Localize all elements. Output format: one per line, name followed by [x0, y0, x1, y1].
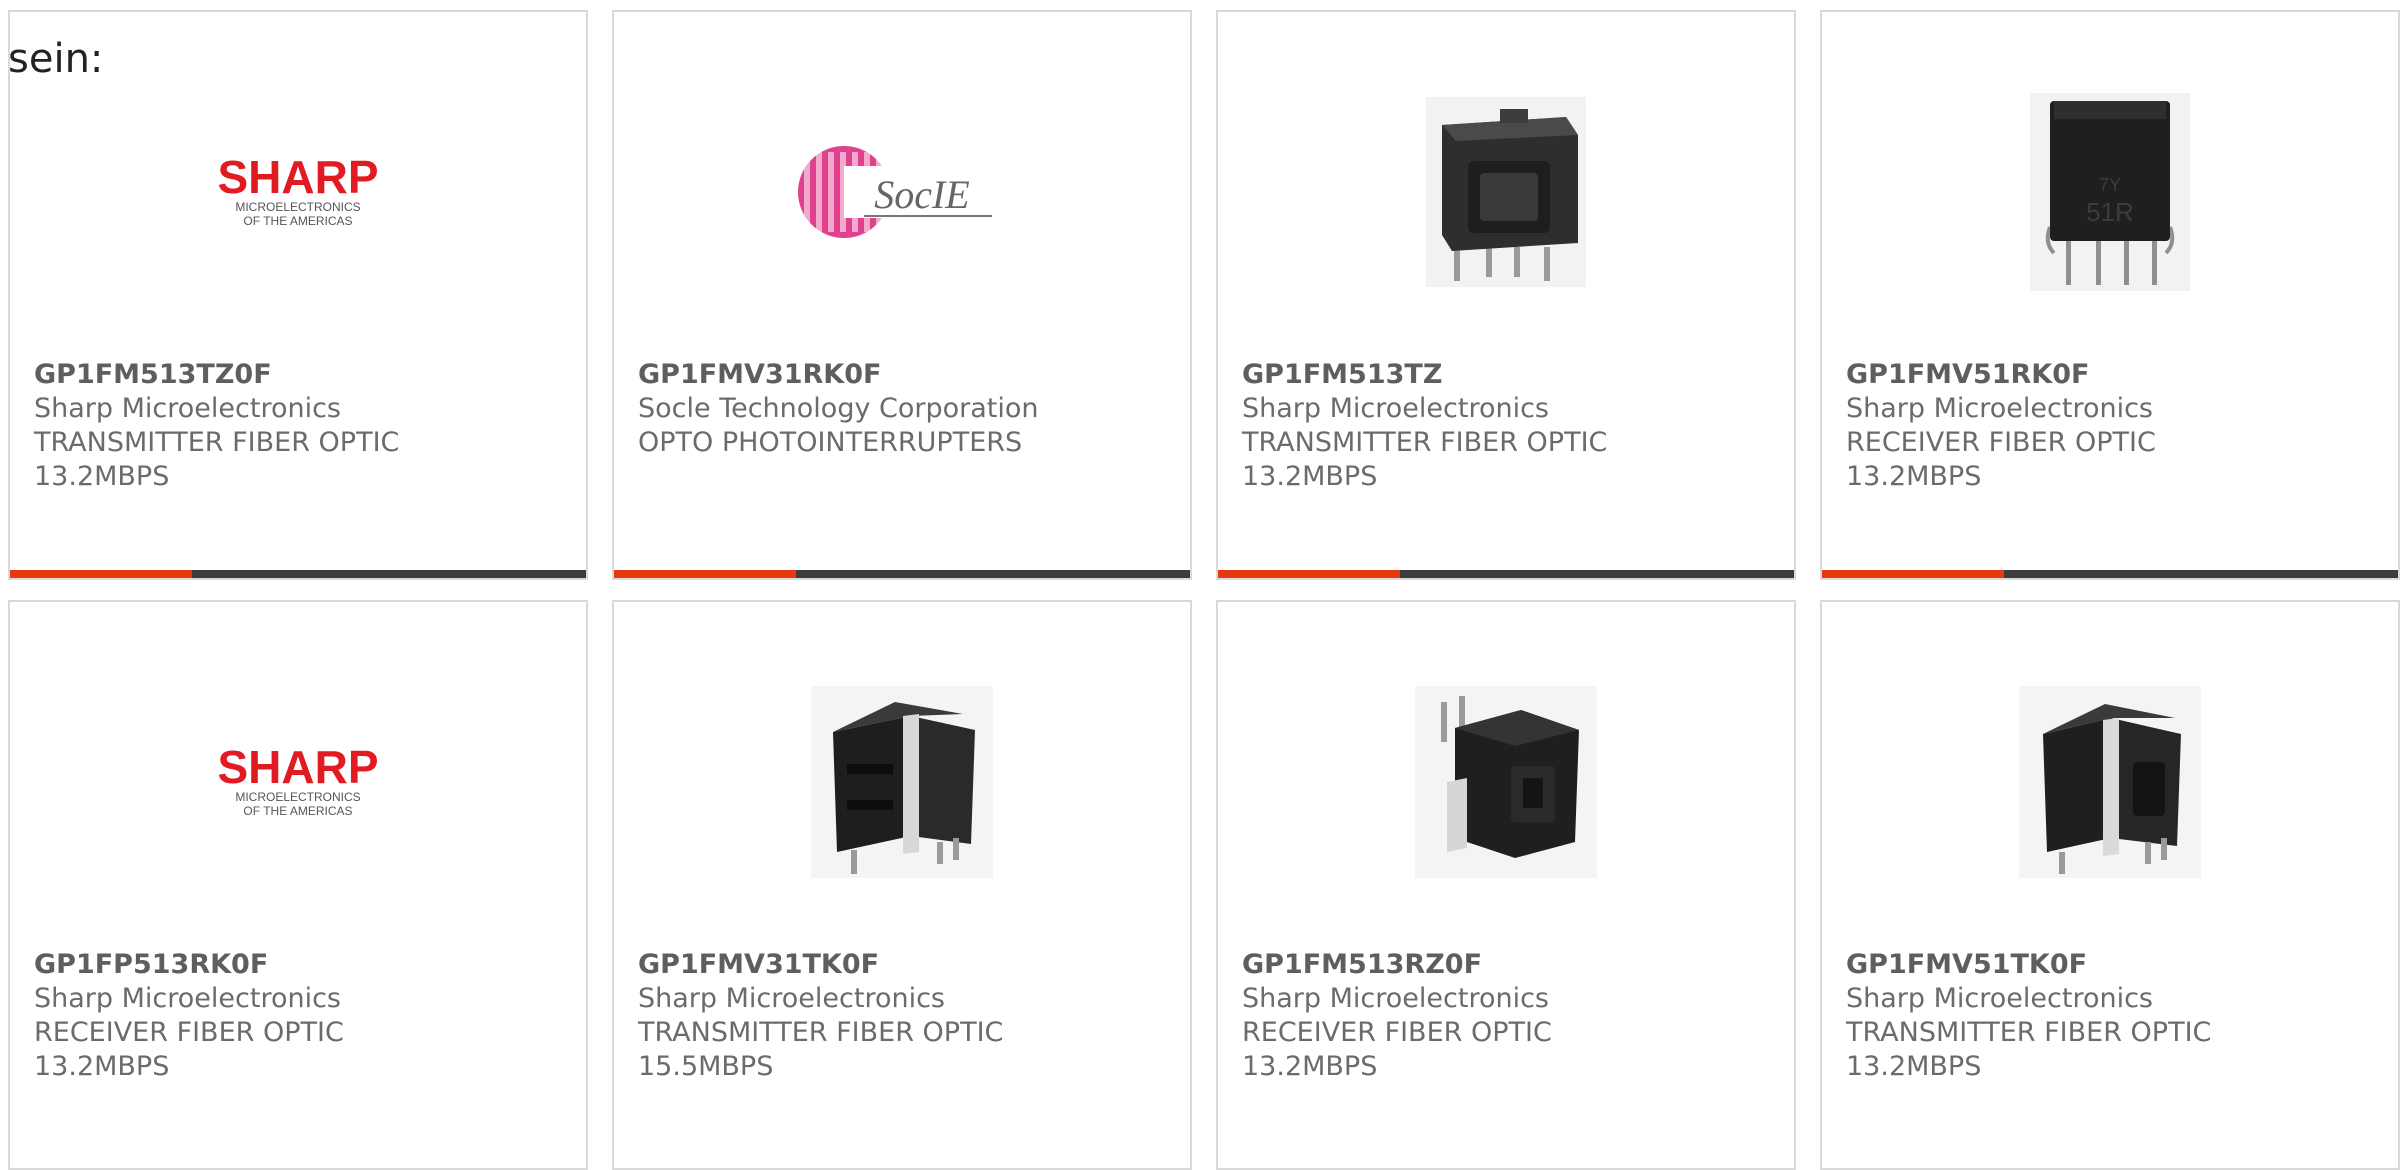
svg-text:OF THE AMERICAS: OF THE AMERICAS: [243, 804, 352, 818]
product-image-sharp-logo[interactable]: SHARP MICROELECTRONICS OF THE AMERICAS: [10, 82, 586, 302]
manufacturer: Sharp Microelectronics: [1242, 983, 1549, 1014]
description-speed: 13.2MBPS: [34, 461, 170, 492]
card-bottom-bar: [1218, 570, 1794, 578]
card-accent-bar: [10, 570, 192, 578]
svg-text:MICROELECTRONICS: MICROELECTRONICS: [235, 790, 360, 804]
part-number[interactable]: GP1FM513RZ0F: [1242, 948, 1774, 982]
description: TRANSMITTER FIBER OPTIC: [1846, 1017, 2212, 1048]
svg-text:51R: 51R: [2086, 197, 2134, 227]
part-number[interactable]: GP1FM513TZ: [1242, 358, 1774, 392]
description: RECEIVER FIBER OPTIC: [34, 1017, 344, 1048]
description-speed: 13.2MBPS: [1242, 1051, 1378, 1082]
product-card[interactable]: GP1FMV51TK0F Sharp Microelectronics TRAN…: [1820, 600, 2400, 1170]
part-number[interactable]: GP1FP513RK0F: [34, 948, 566, 982]
svg-text:MICROELECTRONICS: MICROELECTRONICS: [235, 200, 360, 214]
part-number[interactable]: GP1FMV31TK0F: [638, 948, 1170, 982]
intro-text: sein:: [8, 36, 104, 82]
card-bottom-bar: [614, 570, 1190, 578]
manufacturer: Sharp Microelectronics: [34, 983, 341, 1014]
description: TRANSMITTER FIBER OPTIC: [34, 427, 400, 458]
product-image-connector[interactable]: [1822, 672, 2398, 892]
manufacturer: Sharp Microelectronics: [638, 983, 945, 1014]
description-speed: 13.2MBPS: [1846, 461, 1982, 492]
description-speed: 15.5MBPS: [638, 1051, 774, 1082]
svg-text:7Y: 7Y: [2099, 175, 2121, 195]
description-speed: 13.2MBPS: [1846, 1051, 1982, 1082]
product-card[interactable]: SocIE GP1FMV31RK0F Socle Technology Corp…: [612, 10, 1192, 580]
product-image-connector[interactable]: [1218, 672, 1794, 892]
description: RECEIVER FIBER OPTIC: [1242, 1017, 1552, 1048]
part-number[interactable]: GP1FMV31RK0F: [638, 358, 1170, 392]
product-image-connector[interactable]: [1218, 82, 1794, 302]
description: TRANSMITTER FIBER OPTIC: [1242, 427, 1608, 458]
manufacturer: Sharp Microelectronics: [1846, 393, 2153, 424]
svg-text:SocIE: SocIE: [874, 172, 970, 217]
svg-text:OF THE AMERICAS: OF THE AMERICAS: [243, 214, 352, 228]
product-card[interactable]: GP1FM513TZ Sharp Microelectronics TRANSM…: [1216, 10, 1796, 580]
card-bottom-bar: [1822, 570, 2398, 578]
description: RECEIVER FIBER OPTIC: [1846, 427, 2156, 458]
description: TRANSMITTER FIBER OPTIC: [638, 1017, 1004, 1048]
svg-text:SHARP: SHARP: [217, 741, 378, 793]
part-number[interactable]: GP1FMV51RK0F: [1846, 358, 2378, 392]
product-image-connector[interactable]: [614, 672, 1190, 892]
product-image-socle-logo[interactable]: SocIE: [614, 82, 1190, 302]
manufacturer: Sharp Microelectronics: [1846, 983, 2153, 1014]
product-card[interactable]: GP1FMV31TK0F Sharp Microelectronics TRAN…: [612, 600, 1192, 1170]
product-card[interactable]: GP1FM513RZ0F Sharp Microelectronics RECE…: [1216, 600, 1796, 1170]
product-image-receiver-module[interactable]: 7Y 51R: [1822, 82, 2398, 302]
card-accent-bar: [1218, 570, 1400, 578]
manufacturer: Socle Technology Corporation: [638, 393, 1039, 424]
description-speed: 13.2MBPS: [1242, 461, 1378, 492]
card-accent-bar: [1822, 570, 2004, 578]
card-accent-bar: [614, 570, 796, 578]
part-number[interactable]: GP1FM513TZ0F: [34, 358, 566, 392]
product-card[interactable]: 7Y 51R GP1FMV51RK0F Sharp Microelectroni…: [1820, 10, 2400, 580]
product-card[interactable]: SHARP MICROELECTRONICS OF THE AMERICAS G…: [8, 10, 588, 580]
card-bottom-bar: [10, 570, 586, 578]
manufacturer: Sharp Microelectronics: [34, 393, 341, 424]
manufacturer: Sharp Microelectronics: [1242, 393, 1549, 424]
part-number[interactable]: GP1FMV51TK0F: [1846, 948, 2378, 982]
svg-text:SHARP: SHARP: [217, 151, 378, 203]
product-image-sharp-logo[interactable]: SHARP MICROELECTRONICS OF THE AMERICAS: [10, 672, 586, 892]
description: OPTO PHOTOINTERRUPTERS: [638, 427, 1023, 458]
product-card[interactable]: SHARP MICROELECTRONICS OF THE AMERICAS G…: [8, 600, 588, 1170]
description-speed: 13.2MBPS: [34, 1051, 170, 1082]
